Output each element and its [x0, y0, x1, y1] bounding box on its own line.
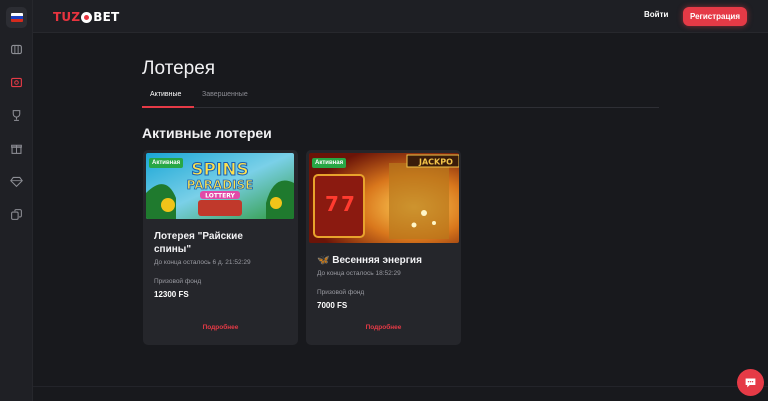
lottery-name: Лотерея "Райские спины" [154, 231, 243, 255]
lottery-card[interactable]: SPINS PARADISE LOTTERY Активная Лотерея … [143, 150, 298, 345]
footer-divider [33, 386, 768, 387]
sidebar [0, 0, 33, 401]
prize-fund-label: Призовой фонд [154, 278, 202, 285]
trophy-icon [12, 110, 21, 121]
active-tab-indicator [142, 106, 194, 108]
svg-text:PARADISE: PARADISE [187, 178, 254, 192]
logo-text-bet: BET [93, 10, 120, 24]
russia-flag-icon [10, 13, 23, 22]
svg-text:LOTTERY: LOTTERY [205, 193, 235, 200]
gift-icon [11, 144, 22, 154]
details-link[interactable]: Подробнее [143, 324, 298, 331]
logo[interactable]: TUZ BET [53, 10, 119, 24]
diamond-icon [10, 176, 23, 188]
logo-ball-icon [81, 11, 93, 23]
sidebar-item-lottery[interactable] [6, 72, 27, 93]
register-button[interactable]: Регистрация [683, 7, 747, 26]
status-badge: Активная [312, 158, 347, 168]
prize-fund-label: Призовой фонд [317, 289, 365, 296]
sidebar-item-vip[interactable] [6, 171, 27, 192]
sidebar-item-slots[interactable] [6, 39, 27, 60]
svg-text:7: 7 [341, 192, 355, 216]
sidebar-item-bonuses[interactable] [6, 138, 27, 159]
slots-icon [11, 44, 22, 55]
prize-fund-value: 7000 FS [317, 301, 348, 310]
language-selector[interactable] [6, 7, 27, 28]
section-title: Активные лотереи [142, 125, 272, 141]
logo-text-tuz: TUZ [53, 10, 81, 24]
chat-icon [745, 378, 756, 388]
tabs-divider [142, 107, 659, 108]
svg-text:SPINS: SPINS [191, 160, 249, 180]
sidebar-item-tournaments[interactable] [6, 105, 27, 126]
page-title: Лотерея [142, 58, 216, 79]
lottery-timer: До конца осталось 6 д. 21:52:29 [154, 259, 251, 266]
lottery-timer: До конца осталось 18:52:29 [317, 270, 401, 277]
support-chat-button[interactable] [737, 369, 764, 396]
svg-text:7: 7 [325, 192, 339, 216]
lottery-name: 🦋 Весенняя энергия [317, 255, 422, 266]
lottery-card[interactable]: 7 7 JACKPO Активная 🦋 Весенняя энергия Д… [306, 150, 461, 345]
login-button[interactable]: Войти [644, 10, 668, 19]
details-link[interactable]: Подробнее [306, 324, 461, 331]
svg-text:JACKPO: JACKPO [418, 158, 453, 167]
cards-icon [11, 209, 22, 220]
top-header: TUZ BET Войти Регистрация [33, 0, 768, 33]
prize-fund-value: 12300 FS [154, 290, 189, 299]
status-badge: Активная [149, 158, 184, 168]
sidebar-item-live[interactable] [6, 204, 27, 225]
tab-active[interactable]: Активные [150, 91, 181, 98]
lottery-ticket-icon [11, 77, 22, 88]
tab-finished[interactable]: Завершенные [202, 91, 248, 98]
